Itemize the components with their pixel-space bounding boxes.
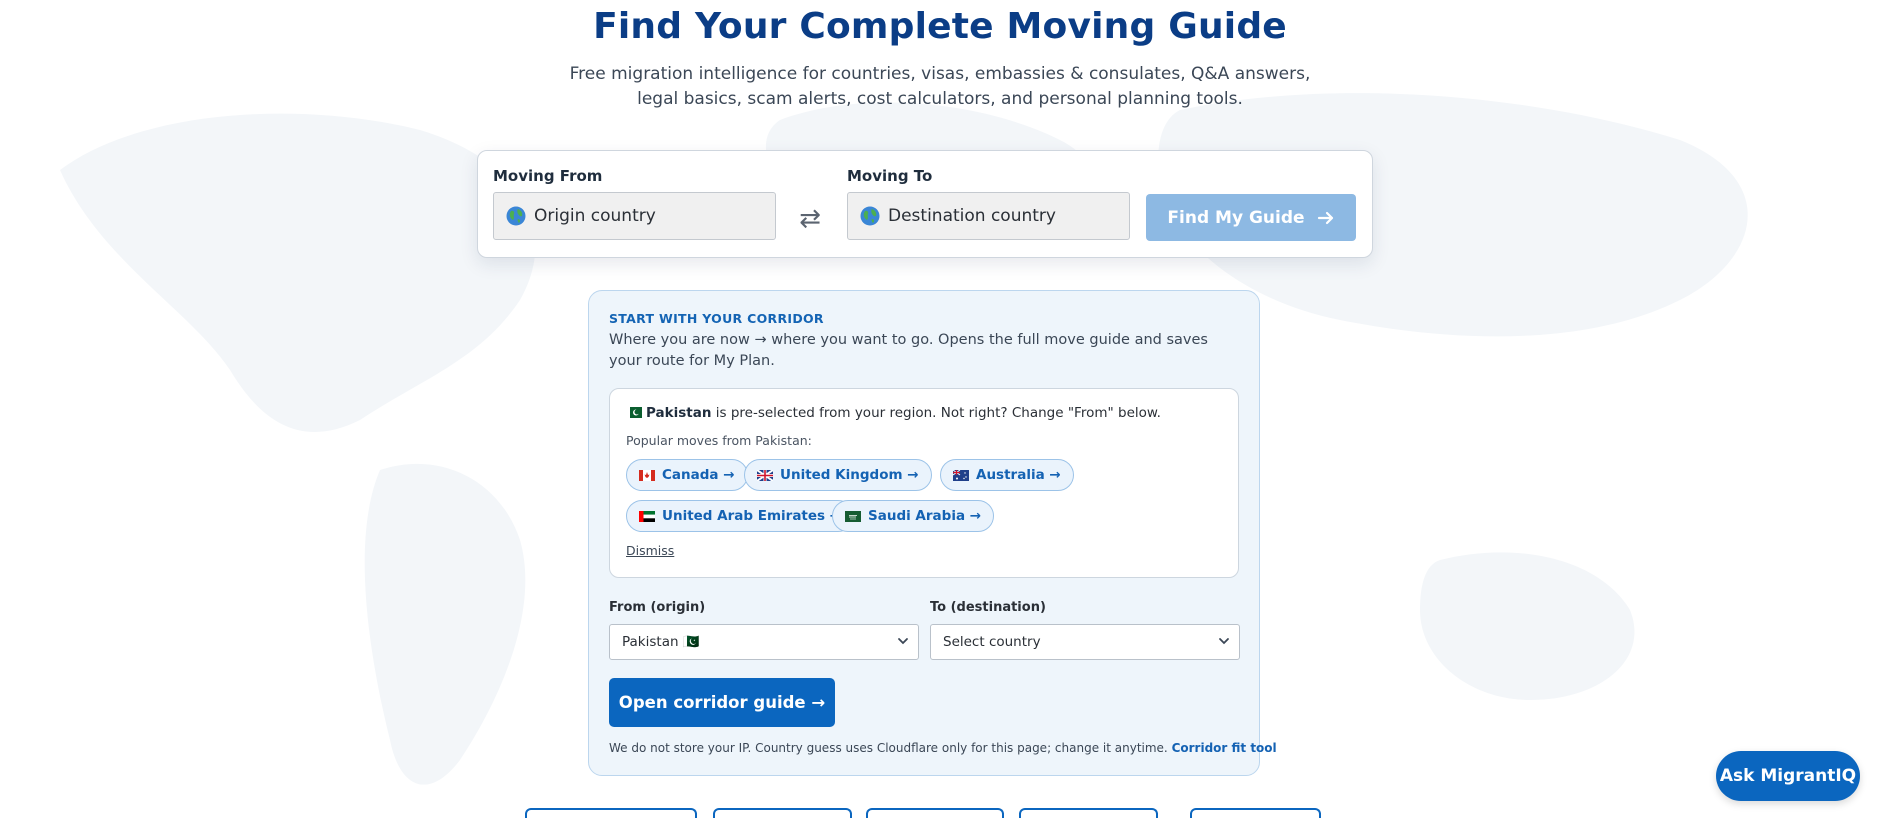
- chip-saudi-arabia[interactable]: Saudi Arabia →: [832, 500, 995, 532]
- search-card: Moving From Origin country ⇄ Moving To D…: [477, 150, 1373, 258]
- privacy-text: We do not store your IP. Country guess u…: [609, 741, 1168, 755]
- section-tab[interactable]: [525, 808, 697, 818]
- page-title: Find Your Complete Moving Guide: [593, 6, 1287, 47]
- arrow-right-icon: [1317, 211, 1333, 224]
- chevron-down-icon: [898, 638, 908, 645]
- flag-saudi-arabia-icon: [845, 510, 861, 522]
- globe-icon: [506, 206, 526, 226]
- section-tab[interactable]: [1190, 808, 1321, 818]
- chip-canada[interactable]: Canada →: [626, 459, 748, 491]
- corridor-card: START WITH YOUR CORRIDOR Where you are n…: [588, 290, 1277, 776]
- find-my-guide-button[interactable]: Find My Guide: [1146, 194, 1356, 241]
- moving-from-label: Moving From: [493, 167, 603, 185]
- from-origin-label: From (origin): [609, 600, 706, 615]
- swap-countries-button[interactable]: ⇄: [794, 203, 826, 235]
- flag-pakistan-icon: [626, 407, 642, 418]
- page-subtitle: Free migration intelligence for countrie…: [569, 64, 1311, 109]
- dismiss-link[interactable]: Dismiss: [626, 543, 674, 558]
- chip-united-kingdom[interactable]: United Kingdom →: [744, 459, 932, 491]
- chip-united-arab-emirates-label: United Arab Emirates →: [662, 508, 842, 524]
- to-destination-select[interactable]: Select country: [930, 624, 1240, 660]
- destination-country-placeholder: Destination country: [888, 206, 1056, 226]
- popular-moves-label: Popular moves from Pakistan:: [626, 433, 812, 448]
- from-origin-value: Pakistan 🇵🇰: [622, 634, 700, 650]
- ask-migrantiq-button[interactable]: Ask MigrantIQ: [1716, 751, 1860, 801]
- swap-arrows-icon: ⇄: [799, 204, 821, 234]
- flag-australia-icon: [953, 469, 969, 481]
- chip-australia-label: Australia →: [976, 467, 1061, 483]
- corridor-eyebrow: START WITH YOUR CORRIDOR: [609, 311, 824, 326]
- origin-country-input[interactable]: Origin country: [493, 192, 776, 240]
- flag-united-kingdom-icon: [757, 469, 773, 481]
- preselect-country: Pakistan: [646, 405, 712, 421]
- globe-icon: [860, 206, 880, 226]
- to-destination-label: To (destination): [930, 600, 1046, 615]
- chip-canada-label: Canada →: [662, 467, 735, 483]
- from-origin-select[interactable]: Pakistan 🇵🇰: [609, 624, 919, 660]
- flag-uae-icon: [639, 510, 655, 522]
- chip-united-arab-emirates[interactable]: United Arab Emirates →: [626, 500, 855, 532]
- chip-saudi-arabia-label: Saudi Arabia →: [868, 508, 982, 524]
- section-tab[interactable]: [713, 808, 852, 818]
- destination-country-input[interactable]: Destination country: [847, 192, 1130, 240]
- chip-australia[interactable]: Australia →: [940, 459, 1074, 491]
- origin-country-placeholder: Origin country: [534, 206, 656, 226]
- corridor-description: Where you are now → where you want to go…: [609, 332, 1208, 369]
- chip-united-kingdom-label: United Kingdom →: [780, 467, 919, 483]
- to-destination-value: Select country: [943, 634, 1041, 650]
- section-tab[interactable]: [1019, 808, 1158, 818]
- chevron-down-icon: [1219, 638, 1229, 645]
- find-my-guide-label: Find My Guide: [1167, 207, 1305, 228]
- flag-canada-icon: [639, 469, 655, 481]
- preselect-text: is pre-selected from your region. Not ri…: [711, 405, 1161, 421]
- preselect-message: Pakistan is pre-selected from your regio…: [626, 405, 1161, 421]
- corridor-fit-tool-link[interactable]: Corridor fit tool: [1172, 741, 1277, 755]
- open-corridor-guide-button[interactable]: Open corridor guide →: [609, 678, 835, 727]
- section-tab[interactable]: [866, 808, 1004, 818]
- moving-to-label: Moving To: [847, 167, 933, 185]
- privacy-note: We do not store your IP. Country guess u…: [609, 741, 1277, 755]
- preselect-notice: Pakistan is pre-selected from your regio…: [609, 388, 1239, 578]
